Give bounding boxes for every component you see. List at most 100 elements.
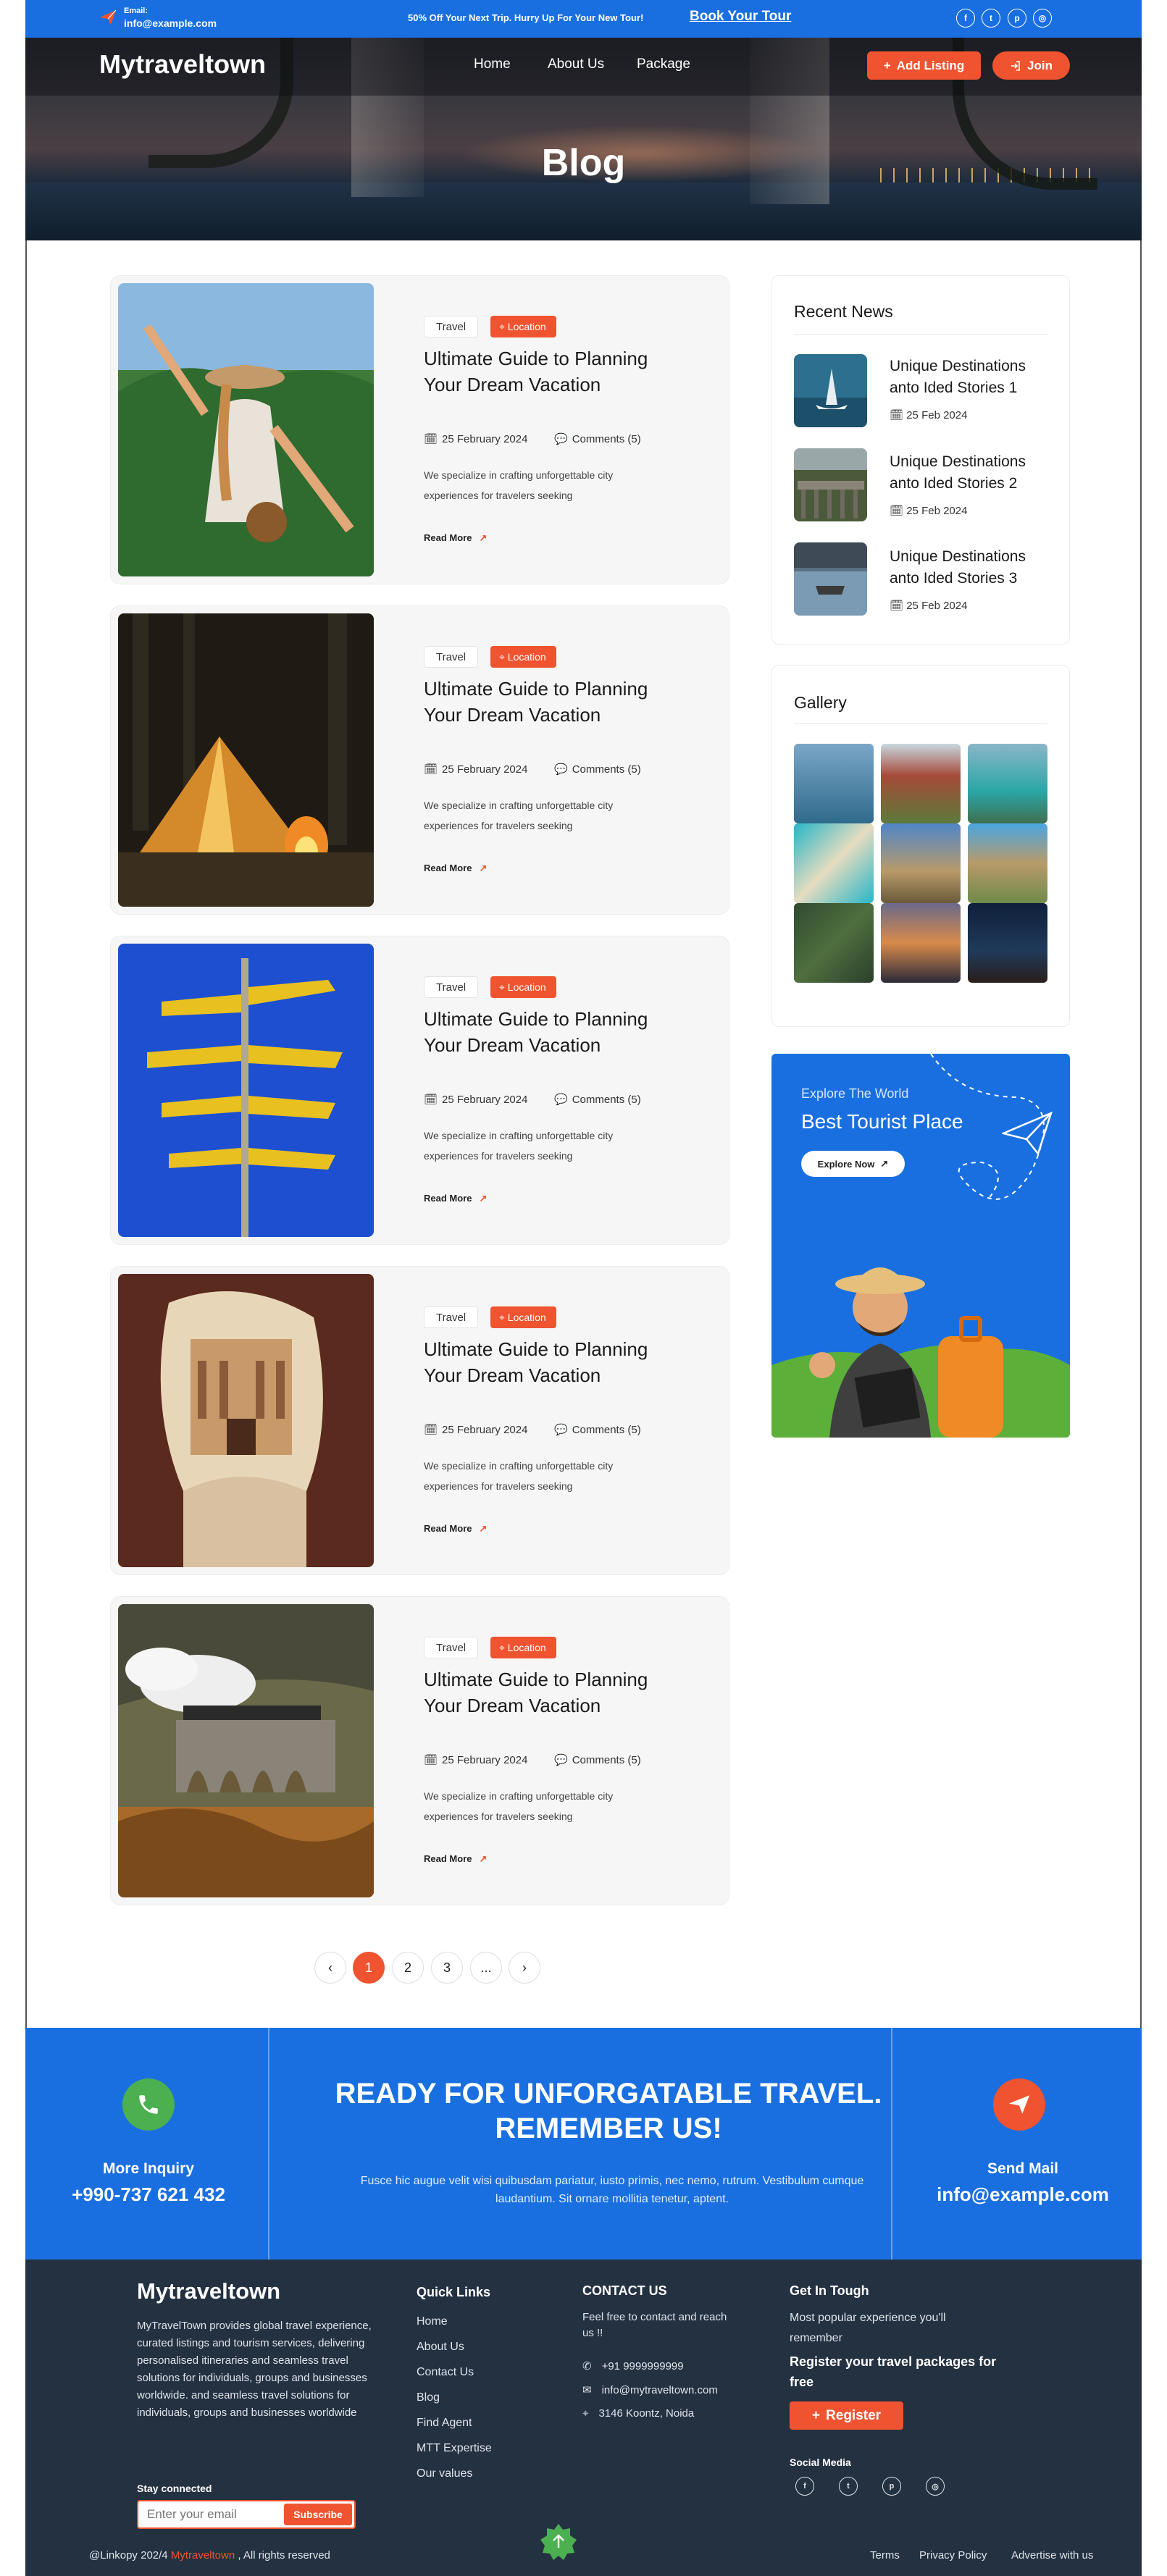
category-tag[interactable]: Travel <box>424 1637 479 1658</box>
category-tag[interactable]: Travel <box>424 646 479 668</box>
footer-phone[interactable]: ✆ +91 9999999999 <box>582 2359 684 2373</box>
news-thumbnail[interactable] <box>794 542 867 616</box>
register-button[interactable]: + Register <box>790 2401 903 2430</box>
category-tag[interactable]: Travel <box>424 976 479 998</box>
newsletter-email-input[interactable] <box>147 2506 277 2522</box>
steam-train-viaduct-photo[interactable] <box>118 1604 374 1897</box>
gallery-image-sailboat[interactable] <box>794 744 874 823</box>
footer-link-find-agent[interactable]: Find Agent <box>417 2417 472 2430</box>
pagination-page-3[interactable]: 3 <box>431 1952 463 1984</box>
location-tag[interactable]: ⌖ Location <box>490 976 556 998</box>
book-tour-link[interactable]: Book Your Tour <box>690 9 791 25</box>
location-tag[interactable]: ⌖ Location <box>490 1637 556 1658</box>
category-tag[interactable]: Travel <box>424 1306 479 1328</box>
footer-terms-link[interactable]: Terms <box>870 2549 900 2562</box>
nav-package[interactable]: Package <box>637 56 690 72</box>
news-title-3[interactable]: Unique Destinations anto Ided Stories 3 <box>890 546 1049 590</box>
blog-card[interactable]: Travel ⌖ Location Ultimate Guide to Planni… <box>110 1596 729 1905</box>
post-date: 🗓 25 February 2024 <box>424 1753 528 1767</box>
signpost-photo[interactable] <box>118 944 374 1237</box>
blog-card[interactable]: Travel ⌖ Location Ultimate Guide to Planni… <box>110 1266 729 1575</box>
blog-card[interactable]: Travel ⌖ Location Ultimate Guide to Planni… <box>110 275 729 584</box>
post-title[interactable]: Ultimate Guide to Planning Your Dream Va… <box>424 1336 663 1388</box>
read-more-link[interactable]: Read More ↗ <box>424 863 487 874</box>
news-thumbnail[interactable] <box>794 354 867 427</box>
footer-advertise-link[interactable]: Advertise with us <box>1011 2549 1093 2562</box>
blog-card[interactable]: Travel ⌖ Location Ultimate Guide to Planni… <box>110 936 729 1245</box>
footer-privacy-link[interactable]: Privacy Policy <box>919 2549 987 2562</box>
footer-link-blog[interactable]: Blog <box>417 2391 440 2404</box>
gallery-image-rocks[interactable] <box>968 823 1047 903</box>
post-title[interactable]: Ultimate Guide to Planning Your Dream Va… <box>424 345 663 398</box>
footer-email[interactable]: ✉ info@mytraveltown.com <box>582 2383 718 2397</box>
quick-links-title: Quick Links <box>417 2285 491 2299</box>
post-comments[interactable]: 💬 Comments (5) <box>554 1753 641 1767</box>
footer-link-about-us[interactable]: About Us <box>417 2341 464 2354</box>
post-comments[interactable]: 💬 Comments (5) <box>554 1423 641 1437</box>
category-tag[interactable]: Travel <box>424 316 479 337</box>
post-comments[interactable]: 💬 Comments (5) <box>554 763 641 776</box>
twitter-icon[interactable]: t <box>839 2477 858 2496</box>
pinterest-icon[interactable]: p <box>1008 9 1026 28</box>
location-tag[interactable]: ⌖ Location <box>490 1306 556 1328</box>
gallery-image-road[interactable] <box>794 903 874 983</box>
location-pin-icon: ⌖ <box>499 321 508 332</box>
post-description: We specialize in crafting unforgettable … <box>424 1790 614 1822</box>
tent-campfire-photo[interactable] <box>118 613 374 907</box>
post-title[interactable]: Ultimate Guide to Planning Your Dream Va… <box>424 1666 663 1719</box>
pagination-page-1[interactable]: 1 <box>353 1952 385 1984</box>
read-more-link[interactable]: Read More ↗ <box>424 1853 487 1865</box>
join-button[interactable]: Join <box>992 51 1070 80</box>
inquiry-phone[interactable]: +990-737 621 432 <box>51 2183 246 2206</box>
comment-icon: 💬 <box>554 763 568 776</box>
twitter-icon[interactable]: t <box>982 9 1000 28</box>
scroll-to-top-icon[interactable] <box>540 2523 577 2561</box>
post-comments[interactable]: 💬 Comments (5) <box>554 432 641 446</box>
post-comments[interactable]: 💬 Comments (5) <box>554 1093 641 1107</box>
footer-link-our-values[interactable]: Our values <box>417 2467 472 2480</box>
facebook-icon[interactable]: f <box>956 9 975 28</box>
blog-card[interactable]: Travel ⌖ Location Ultimate Guide to Planni… <box>110 605 729 915</box>
gallery-image-city[interactable] <box>881 903 961 983</box>
instagram-icon[interactable]: ◎ <box>1033 9 1052 28</box>
gallery-image-lake[interactable] <box>968 744 1047 823</box>
footer-link-contact-us[interactable]: Contact Us <box>417 2366 474 2379</box>
read-more-link[interactable]: Read More ↗ <box>424 1523 487 1535</box>
nav-about-us[interactable]: About Us <box>548 56 604 72</box>
gallery-image-beach[interactable] <box>794 823 874 903</box>
post-title[interactable]: Ultimate Guide to Planning Your Dream Va… <box>424 1006 663 1058</box>
pagination-next[interactable]: › <box>509 1952 540 1984</box>
gallery-image-cathedral[interactable] <box>881 823 961 903</box>
explore-now-button[interactable]: Explore Now ↗ <box>801 1151 905 1177</box>
phone-icon: ✆ <box>582 2360 592 2372</box>
location-tag[interactable]: ⌖ Location <box>490 316 556 337</box>
gallery-image-pagoda[interactable] <box>881 744 961 823</box>
location-tag[interactable]: ⌖ Location <box>490 646 556 668</box>
add-listing-button[interactable]: + Add Listing <box>867 51 981 80</box>
footer-logo[interactable]: Mytraveltown <box>137 2278 280 2304</box>
copyright-brand[interactable]: Mytraveltown <box>171 2549 235 2562</box>
site-logo[interactable]: Mytraveltown <box>99 49 266 80</box>
pinterest-icon[interactable]: p <box>882 2477 901 2496</box>
instagram-icon[interactable]: ◎ <box>926 2477 945 2496</box>
cta-section: More Inquiry +990-737 621 432 READY FOR … <box>25 2028 1142 2260</box>
read-more-link[interactable]: Read More ↗ <box>424 532 487 544</box>
pagination-page-2[interactable]: 2 <box>392 1952 424 1984</box>
nav-home[interactable]: Home <box>474 56 511 72</box>
pagination-prev[interactable]: ‹ <box>314 1952 346 1984</box>
news-title-2[interactable]: Unique Destinations anto Ided Stories 2 <box>890 451 1049 495</box>
gallery-image-night-sky[interactable] <box>968 903 1047 983</box>
subscribe-button[interactable]: Subscribe <box>284 2504 352 2525</box>
topbar-email[interactable]: info@example.com <box>124 17 217 29</box>
news-title-1[interactable]: Unique Destinations anto Ided Stories 1 <box>890 356 1049 399</box>
petra-cave-photo[interactable] <box>118 1274 374 1567</box>
gallery-title: Gallery <box>794 693 847 712</box>
facebook-icon[interactable]: f <box>795 2477 814 2496</box>
woman-hiker-photo[interactable] <box>118 283 374 576</box>
read-more-link[interactable]: Read More ↗ <box>424 1193 487 1204</box>
news-thumbnail[interactable] <box>794 448 867 521</box>
post-title[interactable]: Ultimate Guide to Planning Your Dream Va… <box>424 676 663 728</box>
footer-link-home[interactable]: Home <box>417 2315 448 2328</box>
cta-email[interactable]: info@example.com <box>918 2183 1128 2206</box>
footer-link-mtt-expertise[interactable]: MTT Expertise <box>417 2442 492 2455</box>
